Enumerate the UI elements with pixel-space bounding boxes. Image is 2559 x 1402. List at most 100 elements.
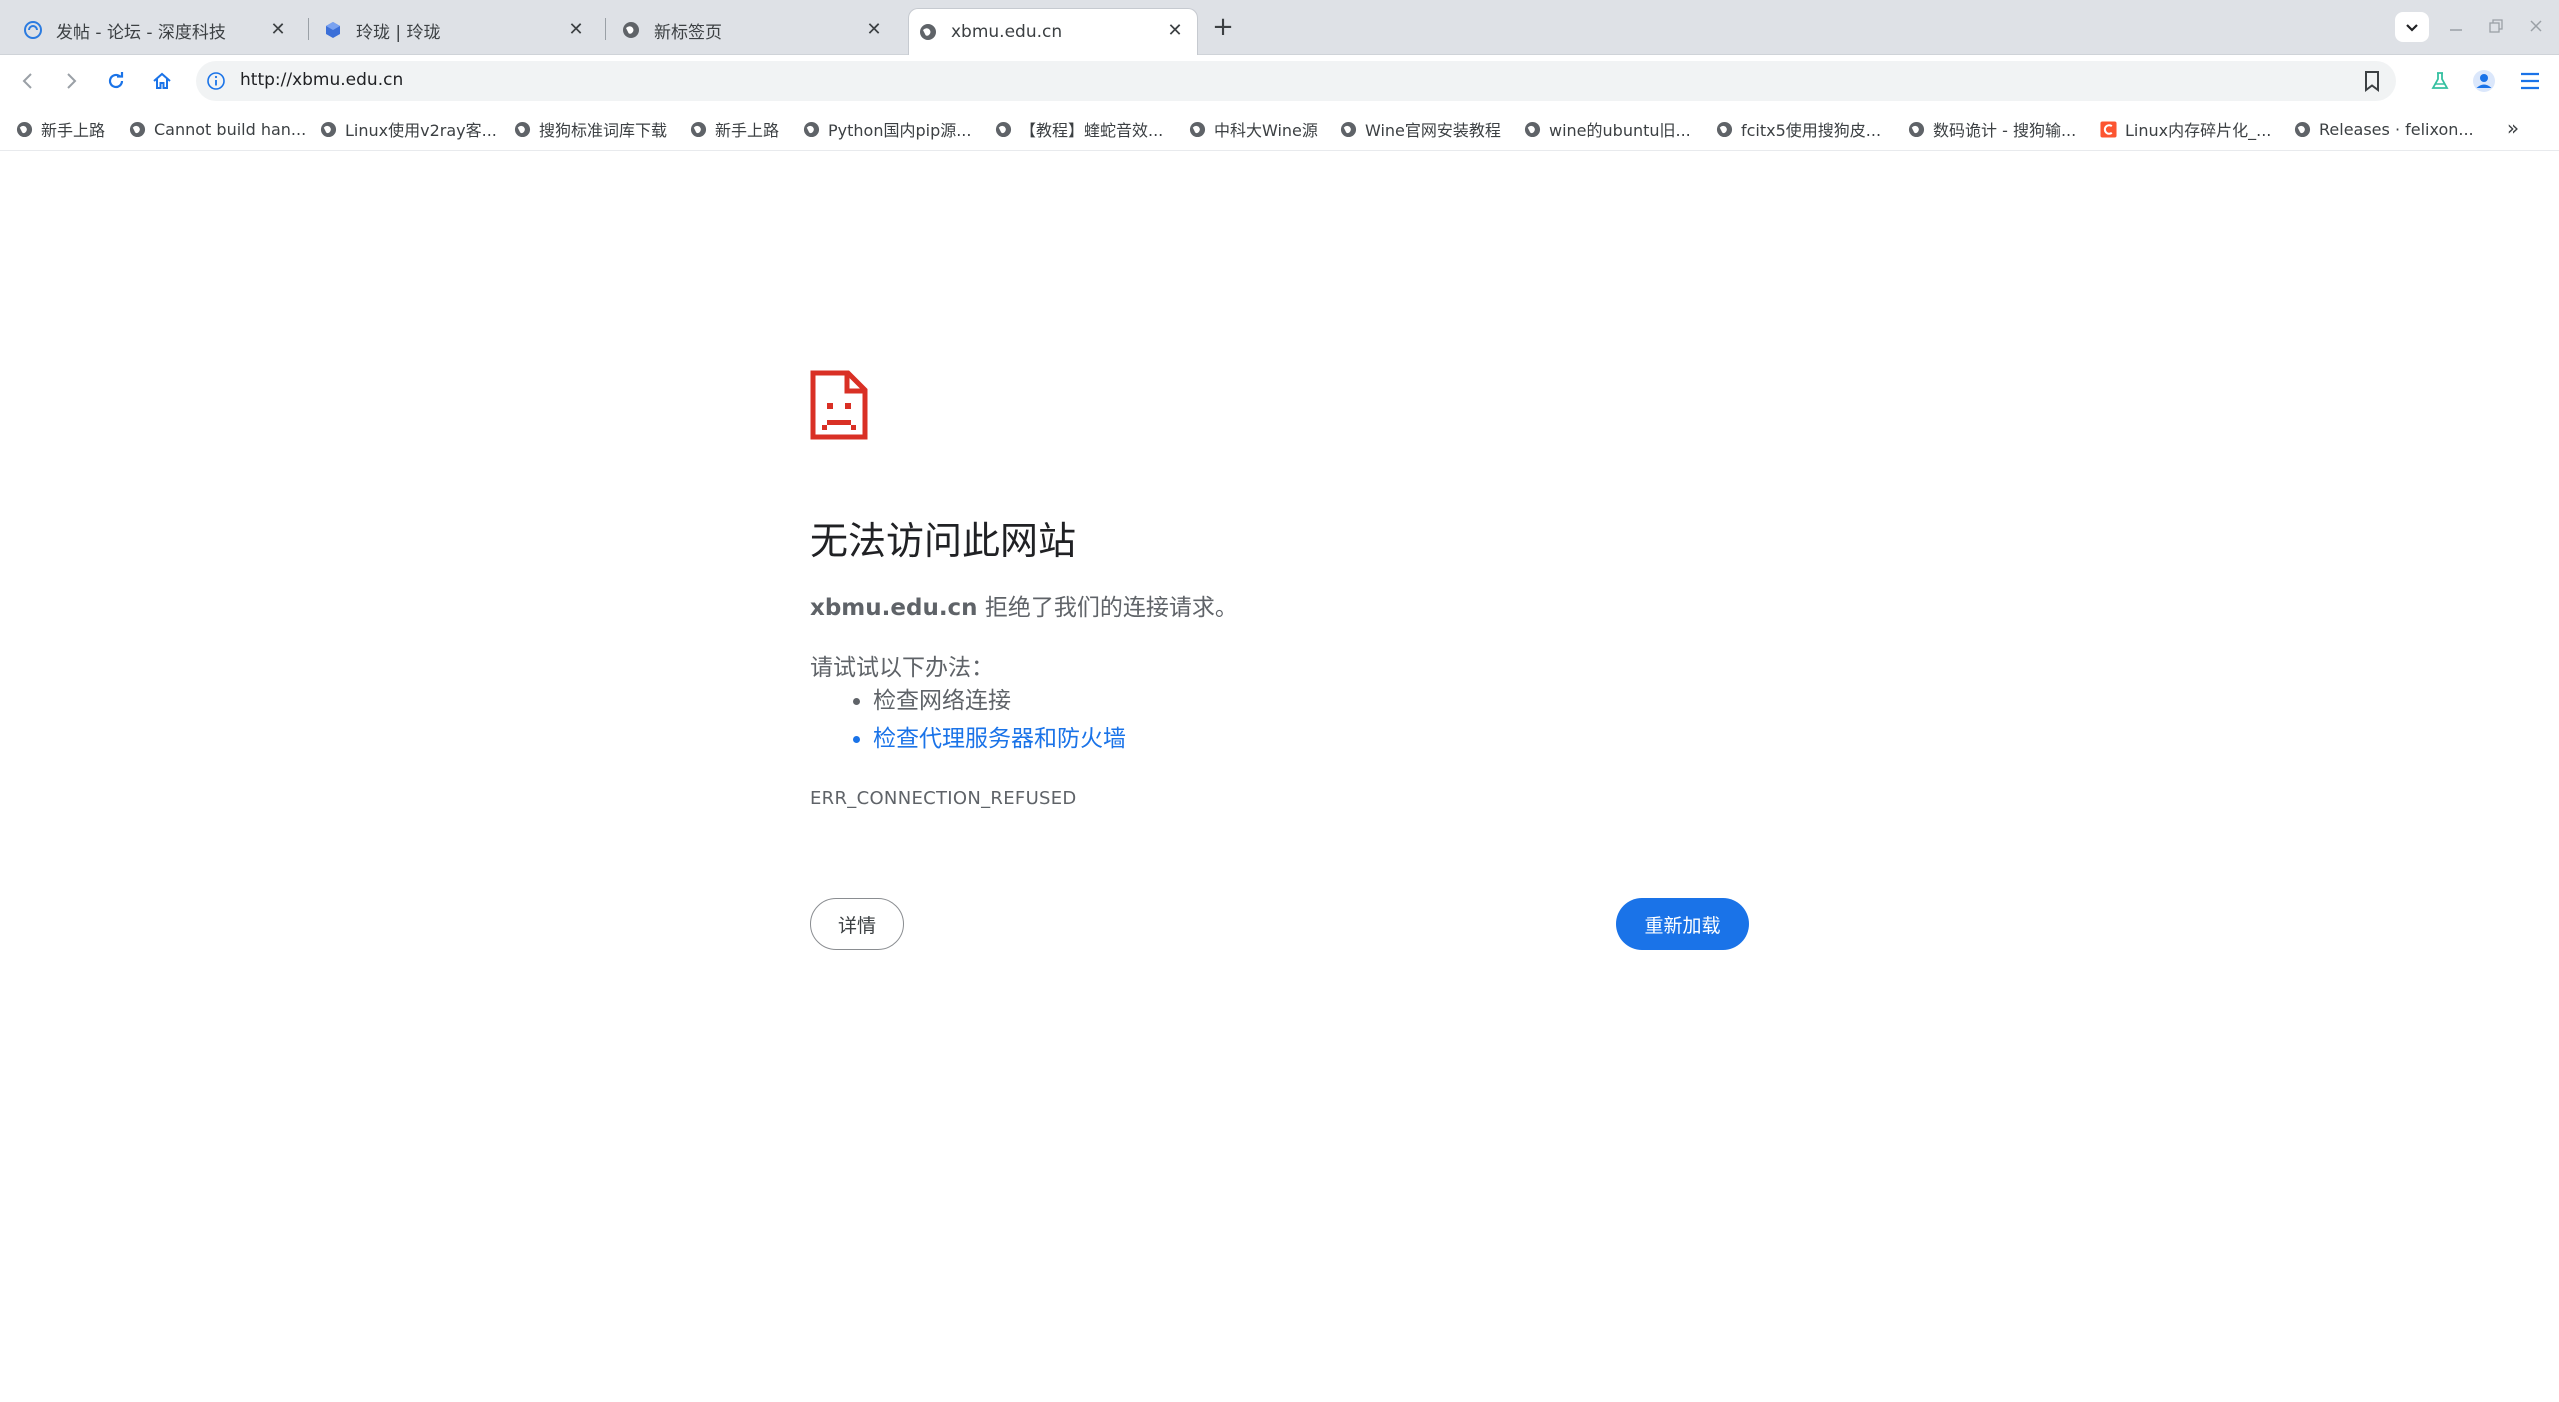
globe-icon (320, 121, 337, 137)
globe-icon (623, 22, 639, 38)
globe-icon (16, 121, 33, 137)
sad-page-icon (810, 370, 868, 440)
bookmark-label: 新手上路 (41, 121, 106, 140)
bookmark-item[interactable]: wine的ubuntu旧... (1524, 117, 1691, 141)
home-button[interactable] (146, 65, 178, 97)
details-button[interactable]: 详情 (810, 898, 904, 950)
globe-icon (995, 121, 1012, 137)
suggestion-check-network: 检查网络连接 (873, 682, 1126, 720)
close-icon (2530, 20, 2542, 32)
bookmark-item[interactable]: 中科大Wine源 (1189, 117, 1318, 141)
suggestions-list: 检查网络连接 检查代理服务器和防火墙 (810, 682, 1126, 758)
close-icon[interactable]: ✕ (566, 20, 586, 40)
tab-strip: 发帖 - 论坛 - 深度科技 ✕ 玲珑 | 玲珑 ✕ 新标签页 ✕ xbmu.e… (0, 0, 2559, 55)
bookmark-label: Cannot build han... (154, 119, 307, 139)
bookmark-label: Python国内pip源... (828, 121, 972, 140)
restore-icon (2489, 19, 2503, 33)
globe-icon (2294, 121, 2311, 137)
globe-icon (129, 121, 146, 137)
globe-icon (1908, 121, 1925, 137)
reload-icon (108, 72, 124, 89)
bookmark-item[interactable]: Python国内pip源... (803, 117, 971, 141)
bookmark-label: 搜狗标准词库下载 (539, 121, 668, 140)
bookmark-item[interactable]: 数码诡计 - 搜狗输... (1908, 117, 2076, 141)
minimize-button[interactable] (2444, 14, 2468, 38)
deepin-swirl-icon (24, 21, 42, 39)
maximize-button[interactable] (2484, 14, 2508, 38)
linglong-cube-icon (326, 22, 340, 38)
address-bar[interactable]: http://xbmu.edu.cn (196, 61, 2396, 101)
menu-button[interactable] (2514, 65, 2546, 97)
globe-icon (1340, 121, 1357, 137)
tab-title: 新标签页 (654, 22, 722, 43)
bookmark-item[interactable]: Wine官网安装教程 (1340, 117, 1501, 141)
close-window-button[interactable] (2524, 14, 2548, 38)
home-icon (153, 72, 171, 89)
bookmark-label: Linux内存碎片化_... (2125, 121, 2272, 140)
globe-icon (920, 24, 936, 40)
error-title: 无法访问此网站 (810, 519, 1077, 563)
bookmark-label: fcitx5使用搜狗皮... (1741, 121, 1882, 140)
error-description: xbmu.edu.cn 拒绝了我们的连接请求。 (810, 588, 1238, 622)
bookmark-item[interactable]: fcitx5使用搜狗皮... (1716, 117, 1881, 141)
chevron-down-icon (2406, 24, 2418, 32)
reload-button[interactable]: 重新加载 (1616, 898, 1749, 950)
url-text[interactable]: http://xbmu.edu.cn (240, 70, 403, 90)
tab-xbmu-active[interactable]: xbmu.edu.cn ✕ (908, 8, 1198, 55)
avatar-icon (2473, 70, 2495, 92)
tab-search-button[interactable] (2395, 12, 2429, 42)
error-host: xbmu.edu.cn (810, 595, 978, 621)
globe-icon (690, 121, 707, 137)
bookmarks-overflow-button[interactable]: » (2500, 117, 2526, 141)
bookmark-item[interactable]: Linux使用v2ray客... (320, 117, 497, 141)
forward-button[interactable] (55, 65, 87, 97)
globe-icon (514, 121, 531, 137)
bookmark-item[interactable]: Cannot build han... (129, 117, 306, 141)
tab-linglong[interactable]: 玲珑 | 玲珑 ✕ (300, 8, 598, 52)
tab-deepin-forum[interactable]: 发帖 - 论坛 - 深度科技 ✕ (0, 8, 300, 52)
bookmark-item[interactable]: 【教程】蝰蛇音效... (995, 117, 1163, 141)
globe-icon (1189, 121, 1206, 137)
bookmark-label: 新手上路 (715, 121, 780, 140)
new-tab-button[interactable]: + (1208, 12, 1238, 42)
hamburger-menu-icon (2521, 72, 2539, 90)
bookmark-icon[interactable] (2360, 69, 2384, 93)
bookmark-label: Wine官网安装教程 (1365, 121, 1501, 140)
reload-toolbar-button[interactable] (100, 65, 132, 97)
bookmark-label: wine的ubuntu旧... (1549, 121, 1691, 140)
info-icon[interactable] (206, 71, 226, 91)
suggestions-heading: 请试试以下办法： (810, 655, 994, 681)
tab-title: xbmu.edu.cn (951, 22, 1063, 42)
toolbar: http://xbmu.edu.cn (0, 55, 2559, 107)
bookmark-label: 【教程】蝰蛇音效... (1020, 121, 1164, 140)
close-icon[interactable]: ✕ (1165, 21, 1185, 41)
bookmark-label: Linux使用v2ray客... (345, 121, 497, 140)
bookmark-item[interactable]: 新手上路 (16, 117, 105, 141)
bookmark-label: 数码诡计 - 搜狗输... (1933, 121, 2077, 140)
bookmarks-bar: 新手上路 Cannot build han... Linux使用v2ray客..… (0, 107, 2559, 151)
bookmark-item[interactable]: 新手上路 (690, 117, 779, 141)
tab-title: 玲珑 | 玲珑 (356, 22, 441, 43)
suggestion-check-proxy-link[interactable]: 检查代理服务器和防火墙 (873, 720, 1126, 758)
error-description-suffix: 拒绝了我们的连接请求。 (977, 595, 1238, 621)
profile-button[interactable] (2468, 65, 2500, 97)
globe-icon (1716, 121, 1733, 137)
bookmark-item[interactable]: 搜狗标准词库下载 (514, 117, 667, 141)
bookmark-label: 中科大Wine源 (1214, 121, 1318, 140)
arrow-left-icon (22, 73, 32, 89)
tab-new-tab[interactable]: 新标签页 ✕ (598, 8, 896, 52)
back-button[interactable] (12, 65, 44, 97)
arrow-right-icon (67, 73, 77, 89)
close-icon[interactable]: ✕ (268, 20, 288, 40)
labs-button[interactable] (2424, 65, 2456, 97)
close-icon[interactable]: ✕ (864, 20, 884, 40)
error-code: ERR_CONNECTION_REFUSED (810, 788, 1077, 809)
csdn-icon (2100, 120, 2117, 138)
bookmark-item[interactable]: Linux内存碎片化_... (2100, 117, 2271, 141)
flask-icon (2431, 72, 2449, 89)
bookmark-label: Releases · felixon... (2319, 119, 2474, 139)
bookmark-item[interactable]: Releases · felixon... (2294, 117, 2474, 141)
globe-icon (1524, 121, 1541, 137)
minimize-icon (2450, 29, 2462, 31)
tab-title: 发帖 - 论坛 - 深度科技 (56, 22, 226, 43)
